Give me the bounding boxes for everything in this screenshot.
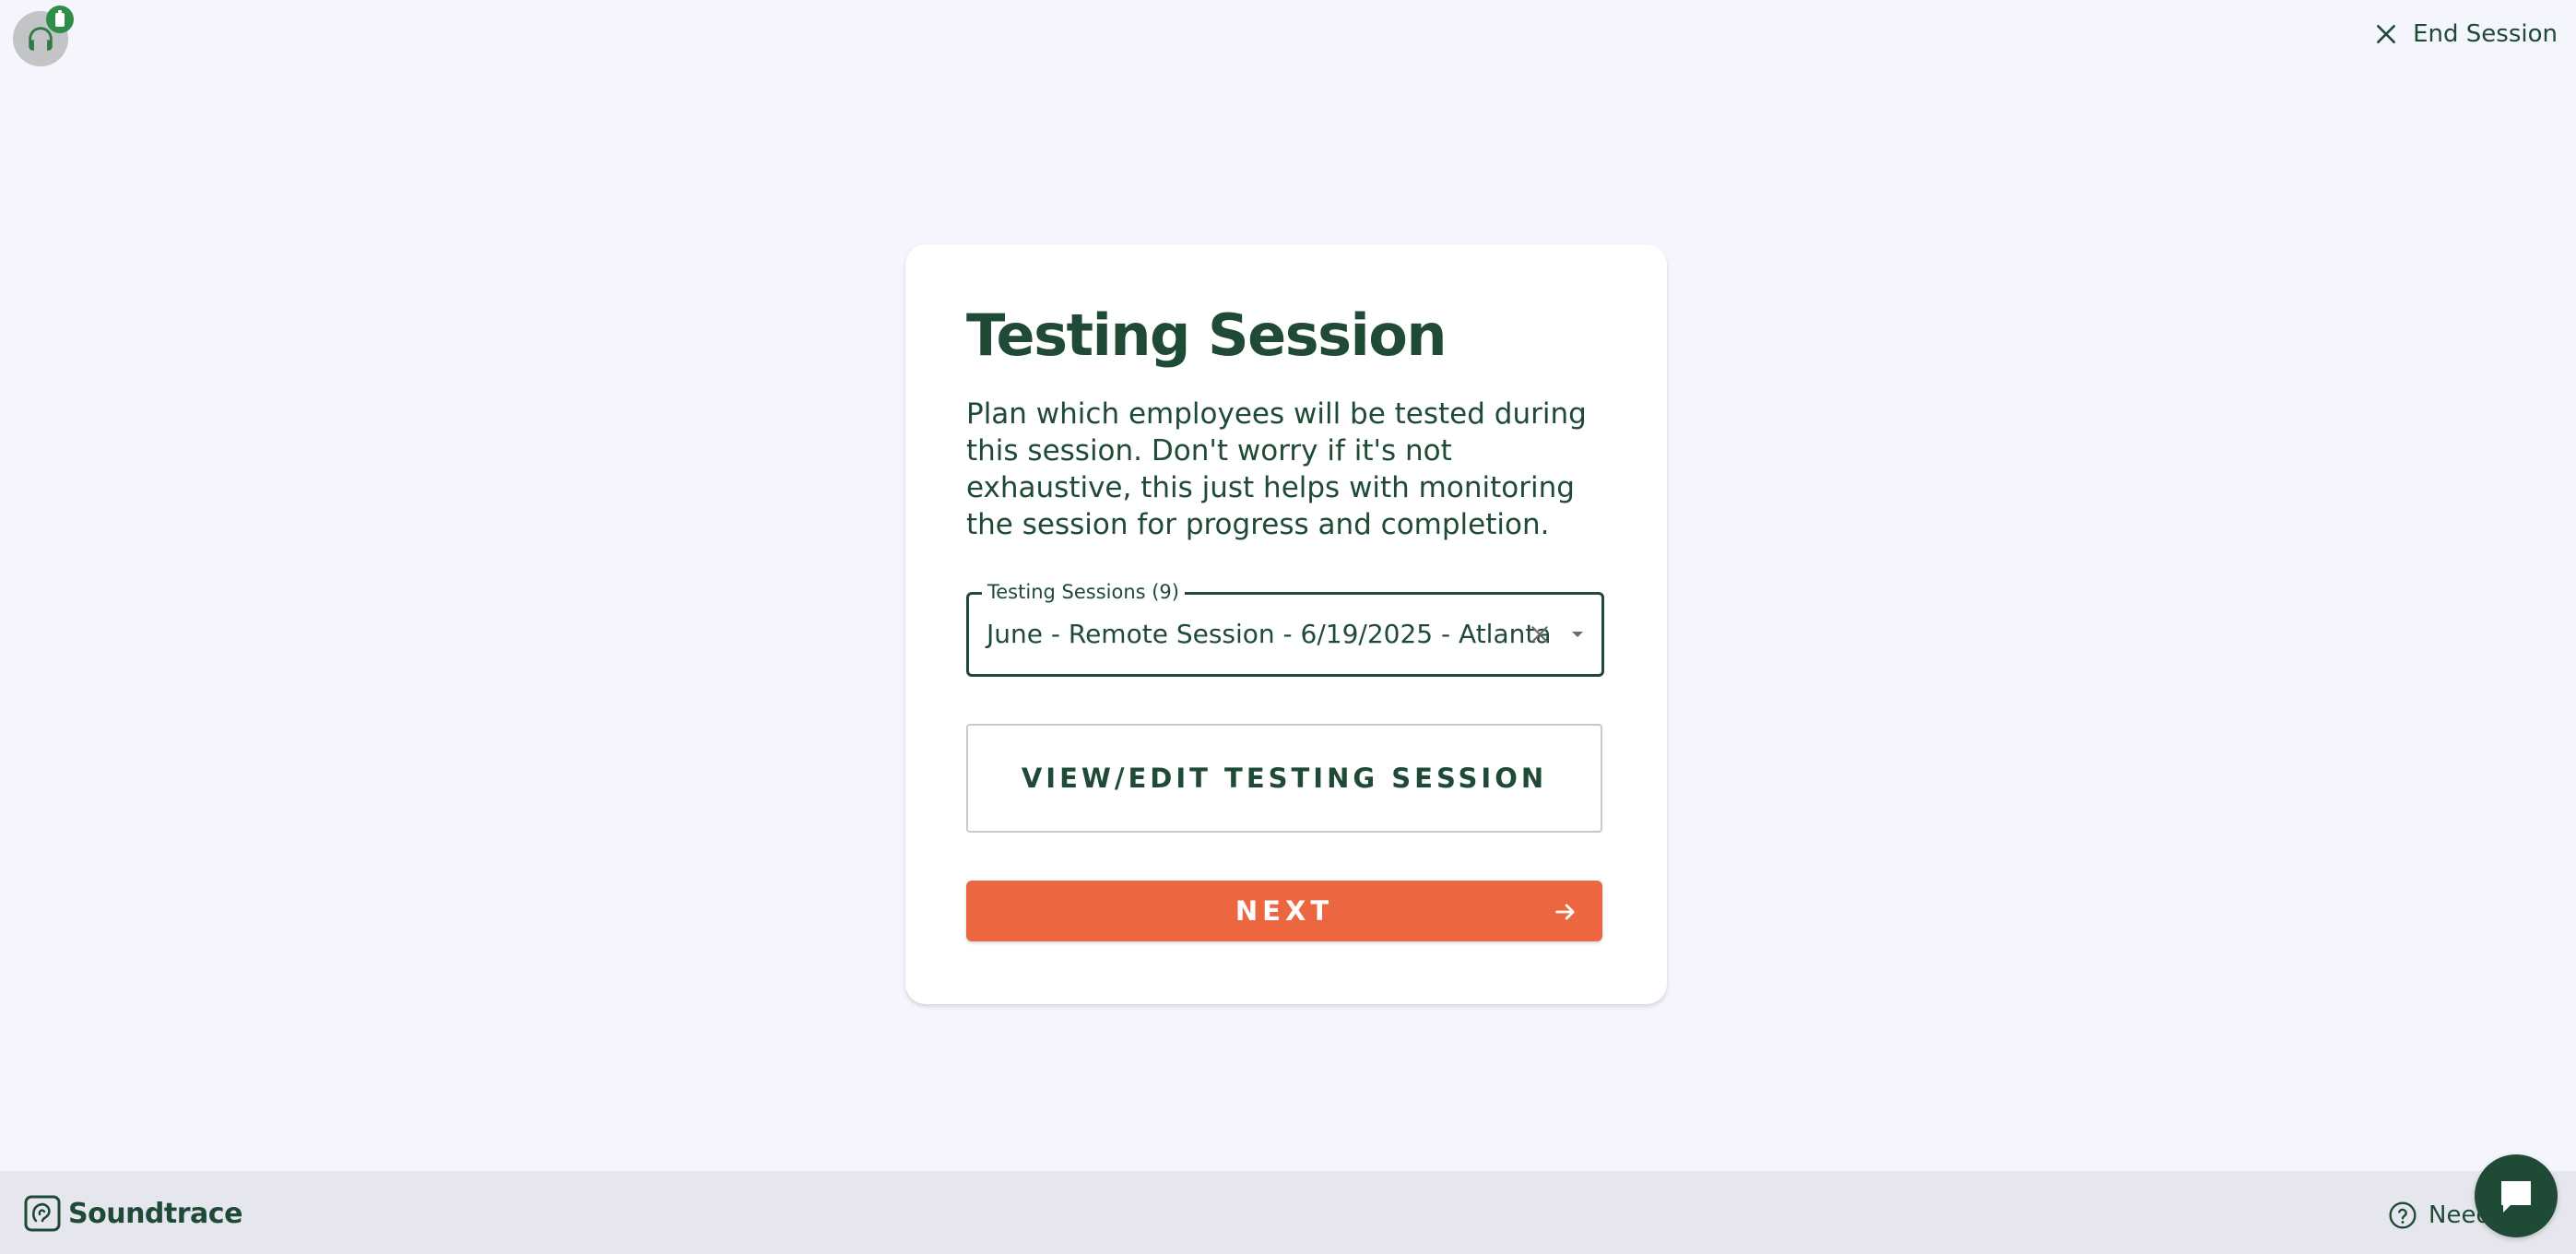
next-label: NEXT	[1235, 895, 1334, 927]
select-label: Testing Sessions (9)	[982, 581, 1185, 603]
brand-name: Soundtrace	[68, 1197, 242, 1230]
close-icon	[2377, 25, 2396, 43]
description-text: Plan which employees will be tested duri…	[966, 397, 1587, 541]
end-session-label: End Session	[2413, 20, 2558, 48]
clear-icon[interactable]	[1528, 622, 1552, 646]
view-edit-label: VIEW/EDIT TESTING SESSION	[1021, 763, 1548, 794]
soundtrace-logo-icon	[24, 1195, 61, 1232]
arrow-right-icon	[1555, 904, 1575, 920]
help-icon	[2389, 1201, 2416, 1229]
chevron-down-icon[interactable]	[1566, 623, 1589, 645]
next-button[interactable]: NEXT	[966, 881, 1602, 941]
chat-button[interactable]	[2475, 1154, 2558, 1237]
end-session-button[interactable]: End Session	[2374, 20, 2558, 48]
soundtrace-logo: Soundtrace	[24, 1195, 242, 1232]
testing-session-card: Testing Session Plan which employees wil…	[905, 244, 1667, 1004]
view-edit-testing-session-button[interactable]: VIEW/EDIT TESTING SESSION	[966, 724, 1602, 833]
select-value: June - Remote Session - 6/19/2025 - Atla…	[987, 619, 1552, 649]
page-title: Testing Session	[966, 302, 1448, 369]
testing-sessions-select[interactable]: Testing Sessions (9) June - Remote Sessi…	[966, 581, 1604, 677]
battery-icon	[55, 9, 65, 27]
battery-badge	[46, 6, 74, 33]
footer: Soundtrace Need	[0, 1171, 2576, 1254]
chat-icon	[2501, 1181, 2531, 1213]
page: End Session Testing Session Plan which e…	[0, 0, 2576, 1254]
